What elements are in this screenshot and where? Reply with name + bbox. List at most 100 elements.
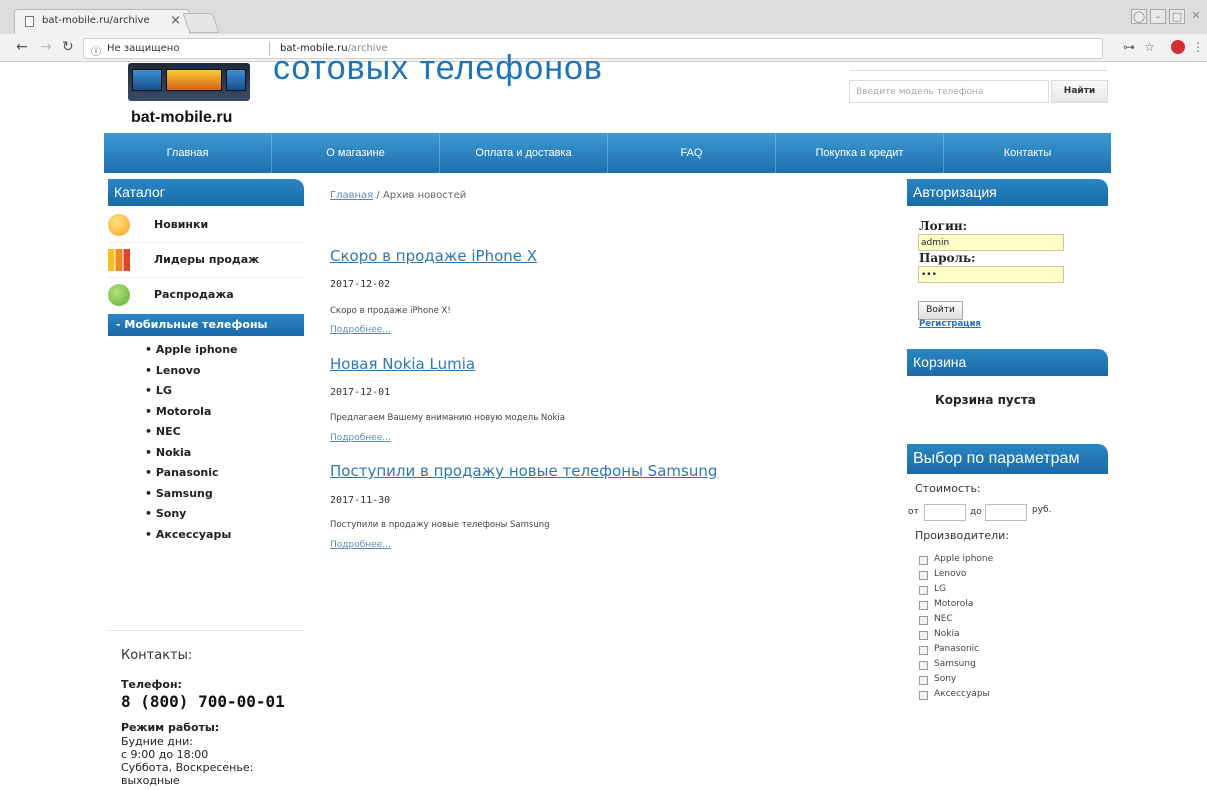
catalog-item-label: Новинки	[154, 218, 209, 231]
phone-label: Телефон:	[121, 678, 182, 691]
new-badge-icon	[108, 214, 130, 236]
read-more-link[interactable]: Подробнее...	[330, 540, 391, 550]
divider	[850, 63, 1108, 71]
menu-dots-icon[interactable]: ⋮	[1192, 40, 1204, 54]
maker-label: Panasonic	[934, 644, 980, 654]
menu-item-payment[interactable]: Оплата и доставка	[440, 133, 607, 173]
hours-line: с 9:00 до 18:00	[121, 748, 209, 761]
phone-screen	[132, 69, 162, 91]
star-icon[interactable]: ☆	[1144, 40, 1155, 54]
maximize-icon[interactable]: □	[1169, 9, 1185, 24]
catalog-item-new[interactable]: Новинки	[108, 208, 304, 243]
bar-chart-icon	[108, 249, 130, 271]
phone-screen	[166, 69, 222, 91]
checkbox[interactable]	[919, 676, 928, 685]
cart-header: Корзина	[907, 349, 1108, 376]
news-date: 2017-12-02	[330, 279, 391, 290]
checkbox[interactable]	[919, 631, 928, 640]
back-arrow-icon[interactable]: ←	[16, 39, 28, 55]
divider	[269, 42, 270, 56]
new-tab-button[interactable]	[182, 13, 220, 33]
makers-label: Производители:	[915, 529, 1010, 542]
checkbox[interactable]	[919, 586, 928, 595]
reload-icon[interactable]: ↻	[62, 39, 74, 55]
maker-label: Samsung	[934, 659, 976, 669]
menu-item-contacts[interactable]: Контакты	[944, 133, 1111, 173]
brand-link[interactable]: Panasonic	[145, 466, 238, 487]
search-button[interactable]: Найти	[1051, 80, 1108, 103]
checkbox[interactable]	[919, 571, 928, 580]
news-text: Скоро в продаже iPhone X!	[330, 306, 451, 316]
price-from-label: от	[908, 507, 919, 517]
menu-item-faq[interactable]: FAQ	[608, 133, 775, 173]
news-title-link[interactable]: Поступили в продажу новые телефоны Samsu…	[330, 462, 717, 480]
brand-link[interactable]: LG	[145, 384, 238, 405]
maker-label: Sony	[934, 674, 957, 684]
password-input[interactable]	[918, 266, 1064, 283]
news-title-link[interactable]: Новая Nokia Lumia	[330, 355, 475, 373]
cart-empty-text: Корзина пуста	[935, 393, 1036, 407]
catalog-header: Каталог	[108, 179, 304, 206]
breadcrumb-home-link[interactable]: Главная	[330, 190, 373, 201]
checkbox[interactable]	[919, 661, 928, 670]
checkbox[interactable]	[919, 616, 928, 625]
menu-item-home[interactable]: Главная	[104, 133, 271, 173]
maker-label: LG	[934, 584, 946, 594]
adblock-icon[interactable]	[1171, 40, 1185, 54]
brand-link[interactable]: Apple iphone	[145, 343, 238, 364]
price-label: Стоимость:	[915, 482, 981, 495]
brand-link[interactable]: Lenovo	[145, 364, 238, 385]
forward-arrow-icon[interactable]: →	[40, 39, 52, 55]
maker-label: Nokia	[934, 629, 960, 639]
brand-link[interactable]: Nokia	[145, 446, 238, 467]
price-from-input[interactable]	[924, 504, 966, 521]
read-more-link[interactable]: Подробнее...	[330, 325, 391, 335]
checkbox[interactable]	[919, 691, 928, 700]
phone-screen	[226, 69, 246, 91]
menu-item-credit[interactable]: Покупка в кредит	[776, 133, 943, 173]
price-to-input[interactable]	[985, 504, 1027, 521]
close-tab-icon[interactable]: ×	[170, 13, 181, 28]
search-input[interactable]	[849, 80, 1049, 103]
menu-item-about[interactable]: О магазине	[272, 133, 439, 173]
maker-label: Apple iphone	[934, 554, 994, 564]
main-menu: Главная О магазине Оплата и доставка FAQ…	[104, 133, 1111, 173]
browser-tab[interactable]: bat-mobile.ru/archive ×	[14, 9, 190, 34]
read-more-link[interactable]: Подробнее...	[330, 433, 391, 443]
minimize-icon[interactable]: –	[1150, 9, 1166, 24]
maker-label: Аксессуары	[934, 689, 990, 699]
checkbox[interactable]	[919, 646, 928, 655]
brand-link[interactable]: Аксессуары	[145, 528, 238, 549]
window-close-icon[interactable]: ✕	[1188, 9, 1204, 24]
phone-number: 8 (800) 700-00-01	[121, 692, 285, 711]
key-icon[interactable]: ⊶	[1123, 40, 1135, 54]
currency-label: руб.	[1032, 505, 1052, 515]
brand-link[interactable]: Motorola	[145, 405, 238, 426]
news-date: 2017-12-01	[330, 387, 391, 398]
brand-link[interactable]: Sony	[145, 507, 238, 528]
site-slogan: сотовых телефонов	[273, 49, 603, 87]
mobile-phones-category[interactable]: - Мобильные телефоны	[108, 314, 304, 336]
login-button[interactable]: Войти	[918, 301, 963, 320]
news-title-link[interactable]: Скоро в продаже iPhone X	[330, 247, 537, 265]
news-text: Предлагаем Вашему вниманию новую модель …	[330, 413, 565, 423]
register-link[interactable]: Регистрация	[919, 319, 981, 329]
logo-text[interactable]: bat-mobile.ru	[131, 109, 232, 127]
price-to-label: до	[970, 507, 982, 517]
user-icon[interactable]: ◯	[1131, 9, 1147, 24]
checkbox[interactable]	[919, 556, 928, 565]
logo-phones-image	[128, 63, 250, 101]
catalog-item-sale[interactable]: Распродажа	[108, 278, 304, 313]
info-icon[interactable]: ⓘ	[91, 43, 101, 58]
hours-label: Режим работы:	[121, 721, 220, 734]
catalog-item-label: Лидеры продаж	[154, 253, 260, 266]
catalog-item-bestsellers[interactable]: Лидеры продаж	[108, 243, 304, 278]
auth-header: Авторизация	[907, 179, 1108, 206]
login-input[interactable]	[918, 234, 1064, 251]
brand-link[interactable]: Samsung	[145, 487, 238, 508]
tab-title: bat-mobile.ru/archive	[42, 15, 150, 26]
brand-link[interactable]: NEC	[145, 425, 238, 446]
maker-label: NEC	[934, 614, 953, 624]
browser-tab-bar: bat-mobile.ru/archive × ◯ – □ ✕	[0, 0, 1207, 34]
checkbox[interactable]	[919, 601, 928, 610]
